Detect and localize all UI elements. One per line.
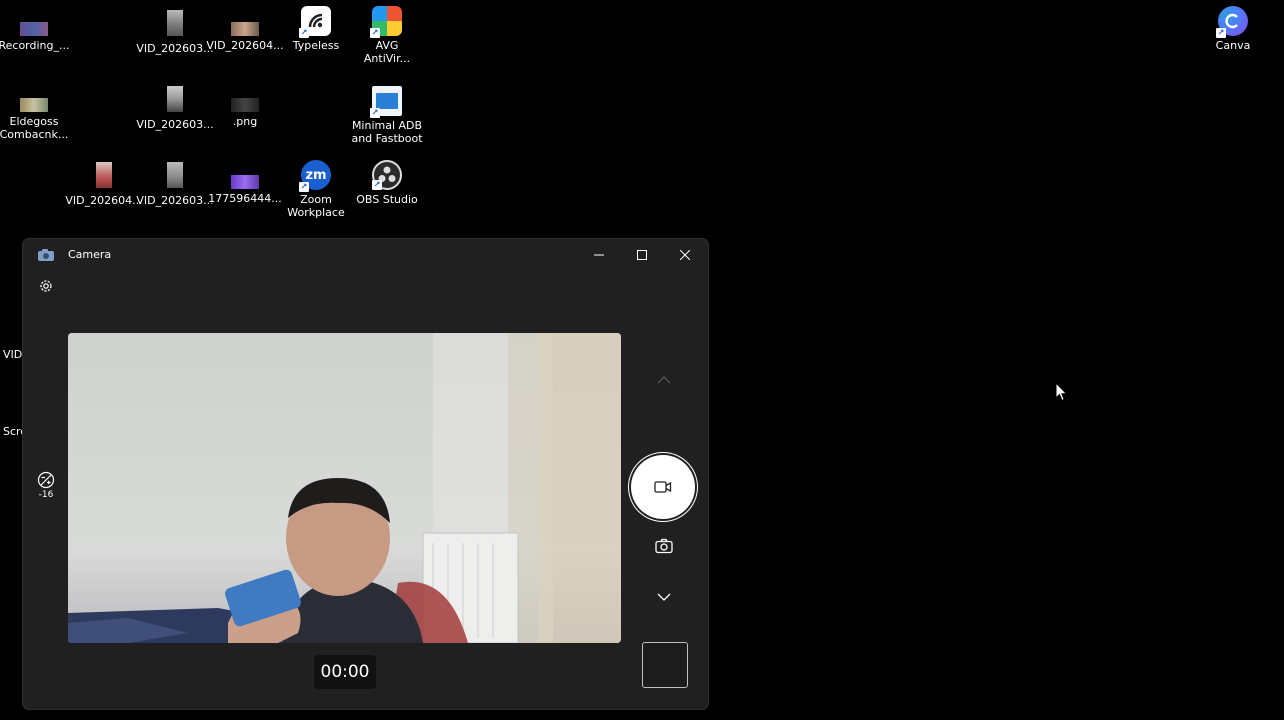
desktop-icon-obs[interactable]: ↗ OBS Studio — [349, 160, 425, 206]
zoom-app-icon: zm ↗ — [299, 160, 331, 192]
avg-antivirus-icon: ↗ — [370, 6, 402, 38]
desktop-icon-label: VID_202603... — [136, 194, 214, 207]
mouse-cursor-icon — [1055, 381, 1069, 406]
mode-down-button[interactable] — [654, 589, 674, 605]
desktop-icon-video[interactable]: Eldegoss Combacnk... — [0, 86, 72, 141]
desktop-icon-label: AVG AntiVir... — [363, 39, 411, 65]
record-button[interactable] — [631, 455, 695, 519]
canva-app-icon: ↗ — [1216, 6, 1248, 38]
desktop-icon-avg[interactable]: ↗ AVG AntiVir... — [349, 6, 425, 65]
video-thumbnail-icon — [167, 86, 183, 112]
desktop-icon-label: .png — [232, 115, 258, 128]
obs-studio-icon: ↗ — [372, 160, 402, 190]
desktop-icon-label: Eldegoss Combacnk... — [0, 115, 69, 141]
camera-preview[interactable] — [68, 333, 621, 643]
exposure-control[interactable]: -16 — [35, 471, 57, 505]
image-thumbnail-icon — [231, 98, 259, 112]
desktop-icon-typeless[interactable]: ↗ Typeless — [278, 6, 354, 52]
minimal-adb-icon: ↗ — [370, 86, 402, 118]
window-title: Camera — [68, 248, 112, 261]
mode-up-button[interactable] — [654, 372, 674, 388]
video-thumbnail-icon — [20, 98, 48, 112]
video-thumbnail-icon — [231, 22, 259, 36]
desktop-icon-label: Zoom Workplace — [287, 193, 345, 219]
desktop-icon-video[interactable]: VID_202603... — [136, 160, 214, 207]
chevron-up-icon — [657, 376, 671, 384]
desktop-icon-zoom[interactable]: zm ↗ Zoom Workplace — [278, 160, 354, 219]
minimize-button[interactable] — [577, 239, 621, 271]
desktop-icon-label: VID_202603... — [136, 118, 214, 131]
desktop-icon-recording[interactable]: Recording_... — [0, 10, 72, 52]
desktop-icon-label: Typeless — [292, 39, 340, 52]
desktop-icon-label: Canva — [1215, 39, 1251, 52]
recording-timer: 00:00 — [314, 655, 376, 689]
gear-icon — [40, 280, 52, 292]
minimize-icon — [594, 254, 604, 256]
desktop-icon-label: VID_202603... — [136, 42, 214, 55]
desktop-icon-minimal-adb[interactable]: ↗ Minimal ADB and Fastboot — [349, 86, 425, 145]
desktop-icon-label: VID_202604... — [65, 194, 143, 207]
desktop-icon-video[interactable]: VID_202603... — [136, 8, 214, 55]
video-thumbnail-icon — [96, 162, 112, 188]
chevron-down-icon — [657, 593, 671, 601]
maximize-icon — [637, 250, 647, 260]
desktop-icon-label: VID_202604... — [206, 39, 284, 52]
desktop-icon-image[interactable]: 177596444... — [207, 163, 283, 205]
desktop-icon-video[interactable]: VID_202604... — [206, 10, 284, 52]
desktop-icon-video[interactable]: VID_202604... — [65, 160, 143, 207]
gallery-thumbnail-button[interactable] — [642, 642, 688, 688]
typeless-app-icon: ↗ — [299, 6, 331, 38]
title-bar[interactable]: Camera — [23, 239, 708, 271]
camera-icon — [655, 538, 673, 554]
video-thumbnail-icon — [167, 162, 183, 188]
video-camera-icon — [654, 481, 672, 493]
desktop-icon-image[interactable]: .png — [207, 86, 283, 128]
close-button[interactable] — [663, 239, 707, 271]
exposure-icon — [37, 471, 55, 489]
camera-app-icon — [37, 247, 55, 261]
camera-preview-image — [68, 333, 621, 643]
image-thumbnail-icon — [231, 175, 259, 189]
desktop-icon-canva[interactable]: ↗ Canva — [1195, 6, 1271, 52]
video-thumbnail-icon — [20, 22, 48, 36]
settings-button[interactable] — [37, 277, 55, 295]
desktop-icon-label: 177596444... — [208, 192, 282, 205]
maximize-button[interactable] — [620, 239, 664, 271]
exposure-value: -16 — [38, 490, 54, 500]
video-thumbnail-icon — [167, 10, 183, 36]
desktop-icon-label: Minimal ADB and Fastboot — [351, 119, 423, 145]
close-icon — [680, 250, 690, 260]
photo-mode-button[interactable] — [654, 536, 674, 556]
desktop-icon-label: Recording_... — [0, 39, 70, 52]
desktop-icon-video[interactable]: VID_202603... — [136, 84, 214, 131]
camera-window: Camera -16 00:00 — [22, 238, 709, 710]
desktop-icon-label: OBS Studio — [356, 193, 418, 206]
